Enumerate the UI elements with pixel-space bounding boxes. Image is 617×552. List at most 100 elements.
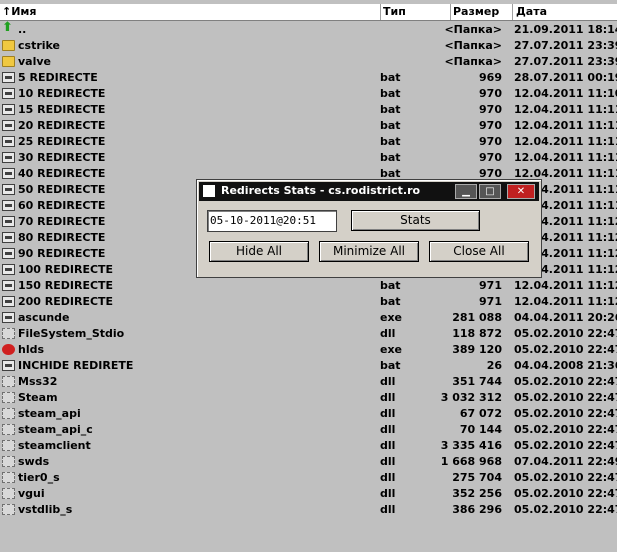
file-date: 12.04.2011 11:10 <box>514 87 617 100</box>
file-row[interactable]: swds dll 1 668 968 07.04.2011 22:49 <box>0 454 617 470</box>
file-row[interactable]: vstdlib_s dll 386 296 05.02.2010 22:47 <box>0 502 617 518</box>
hide-all-button[interactable]: Hide All <box>209 241 309 262</box>
file-type: dll <box>380 439 396 452</box>
file-type: bat <box>380 135 401 148</box>
file-name: .. <box>18 23 27 36</box>
file-row[interactable]: 150 REDIRECTE bat 971 12.04.2011 11:12 <box>0 278 617 294</box>
column-divider[interactable] <box>450 4 451 20</box>
column-size-header[interactable]: Размер <box>453 5 499 18</box>
file-name: valve <box>18 55 51 68</box>
file-size: 386 296 <box>452 503 502 516</box>
file-row[interactable]: 5 REDIRECTE bat 969 28.07.2011 00:19 <box>0 70 617 86</box>
batch-file-icon <box>2 216 15 227</box>
close-all-button[interactable]: Close All <box>429 241 529 262</box>
file-size: 70 144 <box>459 423 502 436</box>
file-size: 389 120 <box>452 343 502 356</box>
maximize-window-button[interactable]: □ <box>479 184 501 199</box>
file-name: FileSystem_Stdio <box>18 327 125 340</box>
file-row[interactable]: 30 REDIRECTE bat 970 12.04.2011 11:11 <box>0 150 617 166</box>
file-row[interactable]: 200 REDIRECTE bat 971 12.04.2011 11:12 <box>0 294 617 310</box>
file-row[interactable]: 25 REDIRECTE bat 970 12.04.2011 11:11 <box>0 134 617 150</box>
file-row[interactable]: steam_api_c dll 70 144 05.02.2010 22:47 <box>0 422 617 438</box>
file-name: 50 REDIRECTE <box>18 183 106 196</box>
file-row[interactable]: FileSystem_Stdio dll 118 872 05.02.2010 22:… <box>0 326 617 342</box>
file-row[interactable]: hlds exe 389 120 05.02.2010 22:47 <box>0 342 617 358</box>
batch-file-icon <box>2 104 15 115</box>
file-row[interactable]: 20 REDIRECTE bat 970 12.04.2011 11:11 <box>0 118 617 134</box>
file-type: dll <box>380 423 396 436</box>
file-size: 970 <box>479 119 502 132</box>
file-size: 351 744 <box>452 375 502 388</box>
batch-file-icon <box>2 312 15 323</box>
file-name: 150 REDIRECTE <box>18 279 114 292</box>
file-name: 10 REDIRECTE <box>18 87 106 100</box>
file-row[interactable]: steamclient dll 3 335 416 05.02.2010 22:47 <box>0 438 617 454</box>
file-date: 12.04.2011 11:12 <box>514 279 617 292</box>
file-date: 12.04.2011 11:12 <box>514 295 617 308</box>
column-date-header[interactable]: Дата <box>516 5 547 18</box>
up-arrow-icon: ⬆ <box>2 20 13 35</box>
file-date: 05.02.2010 22:47 <box>514 471 617 484</box>
file-type: dll <box>380 375 396 388</box>
file-row[interactable]: 15 REDIRECTE bat 970 12.04.2011 11:11 <box>0 102 617 118</box>
file-date: 12.04.2011 11:11 <box>514 151 617 164</box>
file-name: 25 REDIRECTE <box>18 135 106 148</box>
batch-file-icon <box>2 136 15 147</box>
file-row[interactable]: ⬆.. <Папка> 21.09.2011 18:14 <box>0 20 617 38</box>
file-date: 05.02.2010 22:47 <box>514 375 617 388</box>
file-date: 04.04.2011 20:26 <box>514 311 617 324</box>
file-size: 969 <box>479 71 502 84</box>
dll-file-icon <box>2 424 15 435</box>
file-row[interactable]: tier0_s dll 275 704 05.02.2010 22:47 <box>0 470 617 486</box>
file-name: 15 REDIRECTE <box>18 103 106 116</box>
dll-file-icon <box>2 328 15 339</box>
file-type: dll <box>380 407 396 420</box>
file-row[interactable]: vgui dll 352 256 05.02.2010 22:47 <box>0 486 617 502</box>
dll-file-icon <box>2 456 15 467</box>
file-size: 67 072 <box>459 407 502 420</box>
file-name: Steam <box>18 391 58 404</box>
file-row[interactable]: cstrike <Папка> 27.07.2011 23:39 <box>0 38 617 54</box>
file-date: 28.07.2011 00:19 <box>514 71 617 84</box>
file-name: INCHIDE REDIRETE <box>18 359 134 372</box>
dialog-titlebar[interactable]: Redirects Stats - cs.rodistrict.ro ▁ □ ✕ <box>199 182 539 201</box>
file-date: 05.02.2010 22:47 <box>514 439 617 452</box>
file-row[interactable]: ascunde exe 281 088 04.04.2011 20:26 <box>0 310 617 326</box>
file-size: 281 088 <box>452 311 502 324</box>
batch-file-icon <box>2 200 15 211</box>
file-type: bat <box>380 295 401 308</box>
file-name: steamclient <box>18 439 91 452</box>
close-window-button[interactable]: ✕ <box>507 184 535 199</box>
file-size: 970 <box>479 103 502 116</box>
datetime-field[interactable]: 05-10-2011@20:51 <box>207 210 337 232</box>
window-app-icon <box>203 185 215 197</box>
batch-file-icon <box>2 120 15 131</box>
batch-file-icon <box>2 72 15 83</box>
batch-file-icon <box>2 264 15 275</box>
file-size: 3 335 416 <box>440 439 502 452</box>
file-name: ascunde <box>18 311 70 324</box>
file-row[interactable]: valve <Папка> 27.07.2011 23:39 <box>0 54 617 70</box>
column-divider[interactable] <box>380 4 381 20</box>
file-size: 971 <box>479 295 502 308</box>
file-row[interactable]: Steam dll 3 032 312 05.02.2010 22:47 <box>0 390 617 406</box>
file-name: cstrike <box>18 39 61 52</box>
file-row[interactable]: Mss32 dll 351 744 05.02.2010 22:47 <box>0 374 617 390</box>
file-row[interactable]: steam_api dll 67 072 05.02.2010 22:47 <box>0 406 617 422</box>
minimize-all-button[interactable]: Minimize All <box>319 241 419 262</box>
column-divider[interactable] <box>512 4 513 20</box>
file-type: dll <box>380 455 396 468</box>
file-name: vstdlib_s <box>18 503 73 516</box>
file-size: 3 032 312 <box>440 391 502 404</box>
file-row[interactable]: 10 REDIRECTE bat 970 12.04.2011 11:10 <box>0 86 617 102</box>
dll-file-icon <box>2 392 15 403</box>
column-name-header[interactable]: ↑Имя <box>2 5 36 18</box>
file-row[interactable]: INCHIDE REDIRETE bat 26 04.04.2008 21:36 <box>0 358 617 374</box>
batch-file-icon <box>2 184 15 195</box>
file-date: 27.07.2011 23:39 <box>514 55 617 68</box>
batch-file-icon <box>2 152 15 163</box>
stats-button[interactable]: Stats <box>351 210 480 231</box>
column-type-header[interactable]: Тип <box>383 5 406 18</box>
file-date: 12.04.2011 11:11 <box>514 135 617 148</box>
minimize-window-button[interactable]: ▁ <box>455 184 477 199</box>
